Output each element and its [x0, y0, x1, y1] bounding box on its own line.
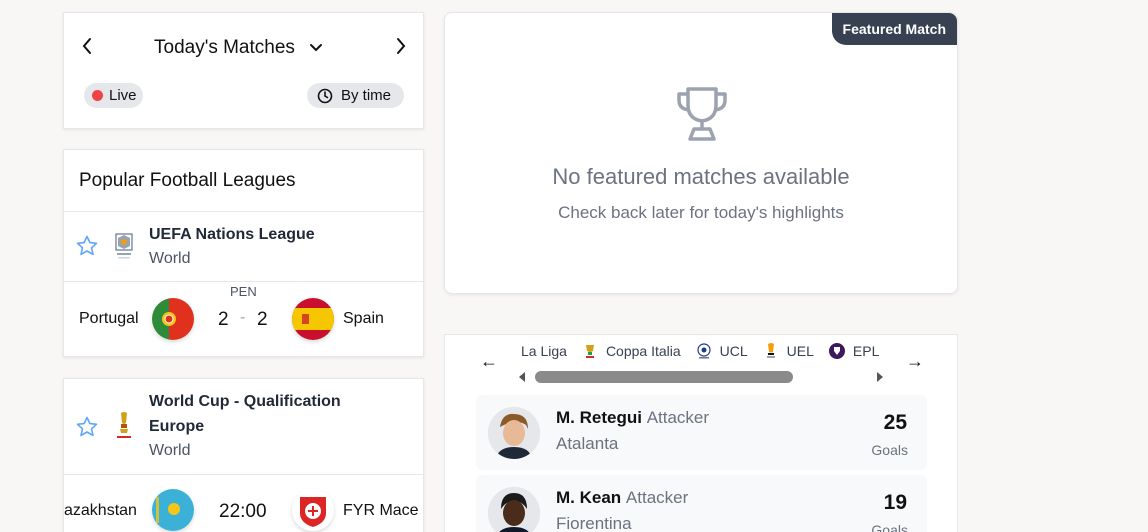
goals-label: Goals	[871, 442, 908, 458]
player-position: Attacker	[625, 488, 689, 507]
chevron-down-icon	[309, 44, 322, 52]
player-position: Attacker	[646, 408, 710, 427]
trophy-icon	[677, 87, 727, 141]
favorite-star-icon[interactable]	[75, 234, 99, 258]
league-region: World	[149, 250, 191, 267]
by-time-filter-button[interactable]: By time	[307, 83, 404, 108]
player-avatar	[488, 487, 540, 532]
no-featured-title: No featured matches available	[552, 164, 850, 189]
league-region: World	[149, 442, 191, 459]
chevron-right-icon	[397, 38, 406, 54]
tab-label: UCL	[719, 343, 748, 359]
player-name: M. Retegui	[556, 408, 642, 427]
scrollbar-thumb[interactable]	[535, 371, 793, 383]
live-filter-button[interactable]: Live	[84, 83, 143, 108]
portugal-flag-icon	[152, 298, 194, 340]
nations-league-logo-icon	[115, 233, 133, 259]
tabs-scrollbar[interactable]	[517, 370, 889, 384]
no-featured-subtitle: Check back later for today's highlights	[558, 203, 844, 222]
ucl-logo-icon	[697, 343, 711, 359]
clock-icon	[317, 88, 333, 103]
player-avatar	[488, 407, 540, 459]
top-scorers-card: ← La Liga Coppa Italia UCL UEL EPL → M. …	[444, 334, 958, 532]
league-name-line2: Europe	[149, 418, 205, 435]
tab-label: EPL	[852, 343, 880, 359]
home-team-name: Portugal	[79, 310, 139, 327]
popular-leagues-title: Popular Football Leagues	[64, 150, 423, 212]
match-time: 22:00	[219, 501, 267, 522]
player-name-line: M. Retegui Attacker	[556, 408, 709, 428]
goals-label: Goals	[871, 522, 908, 532]
coppa-italia-logo-icon	[585, 345, 594, 358]
player-goals: 25	[883, 411, 907, 434]
player-name-line: M. Kean Attacker	[556, 488, 688, 508]
tabs-prev-button[interactable]: ←	[480, 351, 498, 372]
home-score: 2	[218, 309, 229, 330]
tab-label: La Liga	[521, 343, 567, 359]
player-team: Atalanta	[556, 434, 619, 453]
tab-ucl[interactable]: UCL	[695, 342, 748, 360]
spain-flag-icon	[292, 298, 334, 340]
player-goals: 19	[883, 491, 907, 514]
league-row-nations-league[interactable]: UEFA Nations League World	[64, 212, 423, 282]
tabs-next-button[interactable]: →	[906, 351, 924, 372]
home-team-name: azakhstan	[64, 502, 137, 519]
match-status: PEN	[230, 284, 257, 299]
live-dot-icon	[92, 90, 103, 101]
away-team-name: Spain	[343, 310, 384, 327]
todays-matches-card: Today's Matches Live By time	[63, 12, 424, 129]
prev-day-button[interactable]	[78, 35, 96, 57]
live-filter-label: Live	[109, 87, 137, 104]
worldcup-qualification-card: World Cup - Qualification Europe World a…	[63, 378, 424, 532]
tab-label: UEL	[786, 343, 814, 359]
player-team: Fiorentina	[556, 514, 632, 532]
featured-match-card: Featured Match No featured matches avail…	[444, 12, 958, 294]
league-row-worldcup-qualification[interactable]: World Cup - Qualification Europe World	[64, 379, 423, 475]
chevron-left-icon	[82, 38, 91, 54]
tab-epl[interactable]: EPL	[828, 342, 879, 360]
macedonia-crest-icon	[292, 489, 334, 531]
scorer-row[interactable]: M. Kean Attacker Fiorentina 19 Goals	[476, 475, 927, 532]
worldcup-logo-icon	[117, 412, 131, 438]
featured-match-badge: Featured Match	[831, 13, 957, 45]
tab-uel[interactable]: UEL	[762, 342, 814, 360]
epl-logo-icon	[828, 343, 845, 359]
league-tabs: La Liga Coppa Italia UCL UEL EPL	[521, 342, 887, 360]
scroll-right-icon[interactable]	[875, 372, 885, 382]
next-day-button[interactable]	[392, 35, 410, 57]
day-selector-label: Today's Matches	[154, 37, 295, 58]
match-row-portugal-spain[interactable]: Portugal PEN 2 - 2 Spain	[64, 282, 423, 357]
league-name-line1: World Cup - Qualification	[149, 393, 341, 410]
tab-la-liga[interactable]: La Liga	[521, 343, 567, 359]
day-selector[interactable]: Today's Matches	[154, 37, 323, 59]
tab-label: Coppa Italia	[605, 343, 681, 359]
away-team-name: FYR Mace	[343, 502, 419, 519]
scroll-left-icon[interactable]	[517, 372, 527, 382]
league-name: UEFA Nations League	[149, 226, 315, 243]
scorer-row[interactable]: M. Retegui Attacker Atalanta 25 Goals	[476, 395, 927, 470]
favorite-star-icon[interactable]	[75, 415, 99, 439]
match-row-kazakhstan-macedonia[interactable]: azakhstan 22:00 FYR Mace	[64, 475, 423, 532]
popular-leagues-card: Popular Football Leagues UEFA Nations Le…	[63, 149, 424, 357]
score-separator: -	[240, 309, 246, 326]
uel-logo-icon	[766, 343, 775, 358]
kazakhstan-flag-icon	[152, 489, 194, 531]
away-score: 2	[257, 309, 268, 330]
tab-coppa-italia[interactable]: Coppa Italia	[581, 342, 681, 360]
by-time-filter-label: By time	[341, 87, 392, 104]
player-name: M. Kean	[556, 488, 622, 507]
